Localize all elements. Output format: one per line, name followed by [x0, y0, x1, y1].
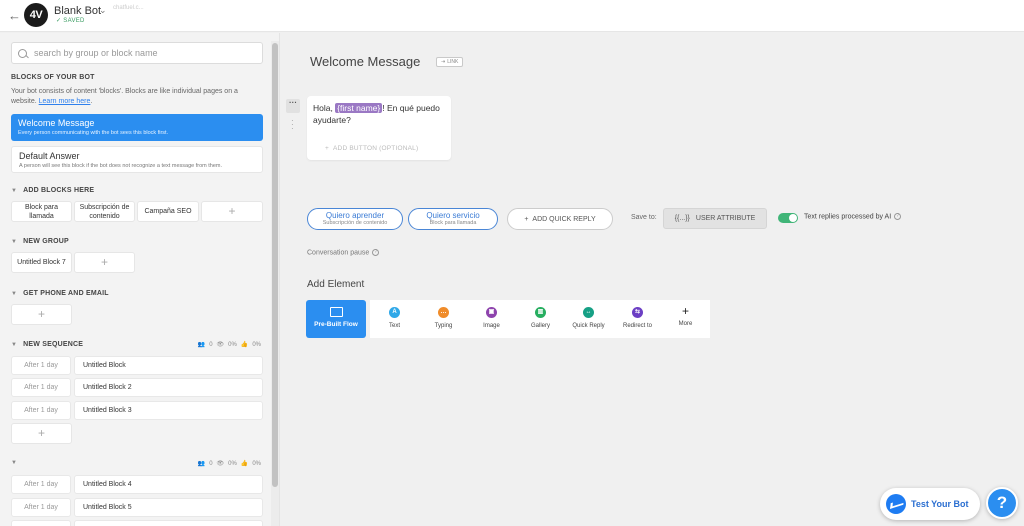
add-block-button[interactable]: + — [11, 304, 72, 325]
block-chip[interactable]: Subscripción de contenido — [74, 201, 135, 222]
prebuilt-flow-button[interactable]: Pre-Built Flow — [306, 300, 366, 338]
add-block-button[interactable]: + — [74, 252, 135, 273]
thumb-icon: 👍 — [240, 342, 249, 348]
chevron-down-icon[interactable]: ⌄ — [99, 5, 107, 16]
card-menu-icon[interactable]: ··· — [286, 99, 300, 113]
blocks-description: Your bot consists of content 'blocks'. B… — [11, 88, 238, 105]
gallery-icon: ▥ — [535, 307, 546, 318]
chevron-down-icon: ▼ — [11, 238, 18, 245]
group-header-sequence-2[interactable]: ▼ — [11, 460, 23, 466]
bot-logo: 4V — [24, 3, 48, 27]
add-block-button[interactable]: + — [201, 201, 263, 222]
block-default-answer[interactable]: Default Answer A person will see this bl… — [11, 146, 263, 173]
saved-status: ✓ SAVED — [56, 18, 85, 24]
top-bar: ← 4V Blank Bot ⌄ ✓ SAVED chatfuel.c... — [0, 0, 1024, 32]
drag-handle-icon[interactable]: · · · — [291, 117, 294, 133]
save-to-label: Save to: — [631, 214, 657, 221]
quick-reply-quiero-servicio[interactable]: Quiero servicio Block para llamada — [408, 208, 498, 230]
sequence-delay[interactable] — [11, 520, 71, 526]
sequence-delay[interactable]: After 1 day — [11, 475, 71, 494]
add-quick-reply-button[interactable]: + ADD QUICK REPLY — [507, 208, 613, 230]
add-button[interactable]: + ADD BUTTON (OPTIONAL) — [325, 145, 418, 152]
redirect-icon: ⇆ — [632, 307, 643, 318]
link-button[interactable]: ⇥ LINK — [436, 57, 464, 67]
search-input[interactable] — [34, 48, 254, 58]
sequence-delay[interactable]: After 1 day — [11, 401, 71, 420]
thumb-icon: 👍 — [240, 461, 249, 467]
user-attribute-button[interactable]: {{...}} USER ATTRIBUTE — [663, 208, 767, 229]
message-text[interactable]: Hola, {first name}! En qué puedo ayudart… — [313, 103, 445, 126]
help-icon[interactable]: ? — [894, 213, 902, 220]
add-sequence-block-button[interactable]: + — [11, 423, 72, 444]
add-element-title: Add Element — [307, 279, 365, 290]
first-name-attribute[interactable]: {first name} — [335, 103, 383, 113]
learn-more-link[interactable]: Learn more here — [39, 98, 91, 105]
users-icon: 👥 — [197, 461, 206, 467]
sequence-block[interactable]: Untitled Block 5 — [74, 498, 263, 517]
eye-icon: 👁 — [216, 342, 225, 348]
messenger-icon — [886, 494, 906, 514]
chevron-down-icon: ▼ — [11, 341, 18, 348]
block-editor: Welcome Message ⇥ LINK ··· · · · Hola, {fi… — [281, 33, 1024, 526]
group-header-new-sequence[interactable]: ▼ NEW SEQUENCE — [11, 341, 83, 348]
sequence-delay[interactable]: After 1 day — [11, 356, 71, 375]
sequence-block[interactable]: Untitled Block 4 — [74, 475, 263, 494]
page-title[interactable]: Welcome Message — [310, 54, 420, 69]
search-icon — [18, 48, 27, 58]
braces-icon: {{...}} — [674, 215, 690, 222]
group-header-new-group[interactable]: ▼ NEW GROUP — [11, 238, 69, 245]
sequence-delay[interactable]: After 1 day — [11, 378, 71, 397]
quick-reply-quiero-aprender[interactable]: Quiero aprender Subscripción de contenid… — [307, 208, 403, 230]
typing-icon: … — [438, 307, 449, 318]
ai-replies-toggle[interactable] — [778, 213, 798, 223]
flow-icon — [329, 307, 343, 317]
sidebar-scroll-thumb[interactable] — [272, 43, 278, 487]
sequence-block[interactable]: Untitled Block — [74, 356, 263, 375]
eye-icon: 👁 — [216, 461, 225, 467]
chevron-down-icon: ▼ — [11, 187, 18, 194]
block-chip[interactable]: Untitled Block 7 — [11, 252, 72, 273]
add-text-button[interactable]: A Text — [370, 300, 419, 338]
users-icon: 👥 — [197, 342, 206, 348]
block-welcome-message[interactable]: Welcome Message Every person communicati… — [11, 114, 263, 141]
image-icon: ▣ — [486, 307, 497, 318]
group-header-phone-email[interactable]: ▼ GET PHONE AND EMAIL — [11, 290, 109, 297]
sequence-block[interactable]: Untitled Block 3 — [74, 401, 263, 420]
blocks-title: BLOCKS OF YOUR BOT — [11, 74, 95, 81]
test-your-bot-button[interactable]: Test Your Bot — [880, 488, 980, 520]
blocks-sidebar: BLOCKS OF YOUR BOT Your bot consists of … — [0, 33, 280, 526]
chevron-down-icon: ▼ — [11, 460, 18, 466]
bot-id: chatfuel.c... — [113, 5, 144, 11]
chevron-down-icon: ▼ — [11, 290, 18, 297]
add-typing-button[interactable]: … Typing — [419, 300, 468, 338]
back-arrow-icon[interactable]: ← — [8, 8, 21, 23]
add-redirect-button[interactable]: ⇆ Redirect to — [613, 300, 662, 338]
link-arrow-icon: ⇥ — [441, 59, 446, 65]
add-quick-reply-element-button[interactable]: ↔ Quick Reply — [564, 300, 613, 338]
add-gallery-button[interactable]: ▥ Gallery — [516, 300, 565, 338]
help-icon[interactable]: ? — [372, 249, 380, 256]
sequence-block[interactable]: Untitled Block 2 — [74, 378, 263, 397]
ai-replies-label: Text replies processed by AI? — [804, 213, 902, 220]
text-message-card[interactable]: Hola, {first name}! En qué puedo ayudart… — [307, 96, 451, 160]
plus-icon: + — [524, 215, 529, 223]
bot-name[interactable]: Blank Bot — [54, 5, 101, 17]
conversation-pause[interactable]: Conversation pause? — [307, 249, 380, 256]
group-header-add-blocks[interactable]: ▼ ADD BLOCKS HERE — [11, 187, 94, 194]
more-elements-button[interactable]: + More — [661, 300, 710, 338]
sequence-stats: 👥 0 👁 0% 👍 0% — [197, 341, 261, 349]
add-image-button[interactable]: ▣ Image — [467, 300, 516, 338]
plus-icon: + — [681, 304, 689, 318]
sequence-stats: 👥 0 👁 0% 👍 0% — [197, 460, 261, 468]
help-button[interactable]: ? — [986, 487, 1018, 519]
sequence-delay[interactable]: After 1 day — [11, 498, 71, 517]
text-icon: A — [389, 307, 400, 318]
quick-reply-icon: ↔ — [583, 307, 594, 318]
search-box[interactable] — [11, 42, 263, 64]
sequence-block[interactable] — [74, 520, 263, 526]
block-chip[interactable]: Campaña SEO — [137, 201, 199, 222]
block-chip[interactable]: Block para llamada — [11, 201, 72, 222]
